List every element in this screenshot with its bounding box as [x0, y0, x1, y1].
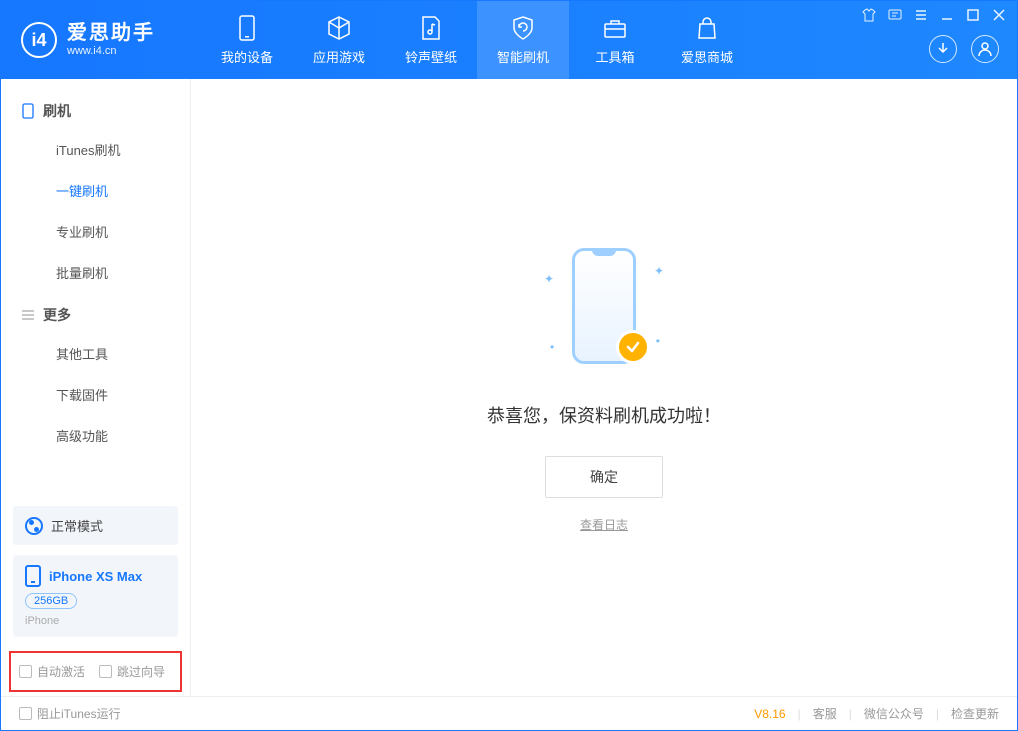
success-message: 恭喜您，保资料刷机成功啦！	[487, 402, 721, 428]
nav-label: 工具箱	[595, 47, 634, 66]
ok-button[interactable]: 确定	[545, 456, 663, 498]
app-title: 爱思助手	[67, 21, 155, 45]
checkbox-icon	[99, 665, 112, 678]
device-icon	[234, 15, 260, 41]
mode-icon	[25, 517, 43, 535]
device-type: iPhone	[25, 615, 59, 627]
nav-label: 爱思商城	[681, 47, 733, 66]
version-label: V8.16	[754, 707, 785, 721]
app-subtitle: www.i4.cn	[67, 45, 155, 58]
feedback-icon[interactable]	[887, 7, 903, 23]
checkbox-icon	[19, 665, 32, 678]
nav-label: 智能刷机	[497, 47, 549, 66]
nav-tab-shop[interactable]: 爱思商城	[661, 1, 753, 79]
mode-box[interactable]: 正常模式	[13, 506, 178, 545]
sidebar-item-batch-flash[interactable]: 批量刷机	[1, 252, 190, 293]
nav-tabs: 我的设备 应用游戏 铃声壁纸 智能刷机 工具箱 爱思商城	[201, 1, 753, 79]
footer-wechat-link[interactable]: 微信公众号	[864, 705, 924, 722]
device-name: iPhone XS Max	[49, 569, 142, 584]
footer-support-link[interactable]: 客服	[813, 705, 837, 722]
logo: i4 爱思助手 www.i4.cn	[1, 21, 201, 58]
shop-bag-icon	[694, 15, 720, 41]
success-illustration: ✦ ✦ • •	[544, 242, 664, 382]
device-panel: 正常模式 iPhone XS Max 256GB iPhone	[1, 502, 190, 647]
nav-tab-apps[interactable]: 应用游戏	[293, 1, 385, 79]
checkbox-skip-guide[interactable]: 跳过向导	[99, 663, 165, 680]
header: i4 爱思助手 www.i4.cn 我的设备 应用游戏 铃声壁纸 智能刷机	[1, 1, 1017, 79]
view-log-link[interactable]: 查看日志	[580, 516, 628, 533]
menu-lines-icon	[21, 308, 35, 322]
result-panel: ✦ ✦ • • 恭喜您，保资料刷机成功啦！ 确定 查看日志	[487, 242, 721, 533]
music-file-icon	[418, 15, 444, 41]
sidebar-item-pro-flash[interactable]: 专业刷机	[1, 211, 190, 252]
sidebar-item-itunes-flash[interactable]: iTunes刷机	[1, 129, 190, 170]
sparkle-icon: ✦	[654, 264, 664, 278]
sidebar-item-advanced[interactable]: 高级功能	[1, 415, 190, 456]
sidebar-item-download-firmware[interactable]: 下载固件	[1, 374, 190, 415]
sidebar-item-oneclick-flash[interactable]: 一键刷机	[1, 170, 190, 211]
minimize-icon[interactable]	[939, 7, 955, 23]
header-quick-icons	[929, 35, 999, 63]
options-highlight-box: 自动激活 跳过向导	[9, 651, 182, 692]
nav-tab-flash[interactable]: 智能刷机	[477, 1, 569, 79]
sidebar-section-flash: 刷机	[1, 89, 190, 129]
app-window: i4 爱思助手 www.i4.cn 我的设备 应用游戏 铃声壁纸 智能刷机	[0, 0, 1018, 731]
nav-tab-device[interactable]: 我的设备	[201, 1, 293, 79]
sidebar-section-more: 更多	[1, 293, 190, 333]
phone-outline-icon	[21, 104, 35, 118]
main-content: ✦ ✦ • • 恭喜您，保资料刷机成功啦！ 确定 查看日志	[191, 79, 1017, 696]
nav-label: 我的设备	[221, 47, 273, 66]
menu-icon[interactable]	[913, 7, 929, 23]
sidebar-item-other-tools[interactable]: 其他工具	[1, 333, 190, 374]
checkbox-block-itunes[interactable]: 阻止iTunes运行	[19, 705, 121, 722]
body: 刷机 iTunes刷机 一键刷机 专业刷机 批量刷机 更多 其他工具 下载固件 …	[1, 79, 1017, 696]
logo-icon: i4	[21, 22, 57, 58]
shield-refresh-icon	[510, 15, 536, 41]
user-icon[interactable]	[971, 35, 999, 63]
device-box[interactable]: iPhone XS Max 256GB iPhone	[13, 555, 178, 637]
nav-label: 铃声壁纸	[405, 47, 457, 66]
footer-right: V8.16 | 客服 | 微信公众号 | 检查更新	[754, 705, 999, 722]
checkbox-icon	[19, 707, 32, 720]
sparkle-icon: •	[656, 334, 660, 348]
checkbox-auto-activate[interactable]: 自动激活	[19, 663, 85, 680]
check-badge-icon	[616, 330, 650, 364]
nav-label: 应用游戏	[313, 47, 365, 66]
footer: 阻止iTunes运行 V8.16 | 客服 | 微信公众号 | 检查更新	[1, 696, 1017, 730]
shirt-icon[interactable]	[861, 7, 877, 23]
window-controls	[861, 7, 1007, 23]
download-icon[interactable]	[929, 35, 957, 63]
sparkle-icon: •	[550, 340, 554, 354]
phone-icon	[25, 565, 41, 587]
close-icon[interactable]	[991, 7, 1007, 23]
sidebar: 刷机 iTunes刷机 一键刷机 专业刷机 批量刷机 更多 其他工具 下载固件 …	[1, 79, 191, 696]
cube-icon	[326, 15, 352, 41]
device-capacity: 256GB	[25, 593, 77, 609]
footer-check-update-link[interactable]: 检查更新	[951, 705, 999, 722]
maximize-icon[interactable]	[965, 7, 981, 23]
nav-tab-toolbox[interactable]: 工具箱	[569, 1, 661, 79]
toolbox-icon	[602, 15, 628, 41]
mode-label: 正常模式	[51, 516, 103, 535]
nav-tab-ringtone[interactable]: 铃声壁纸	[385, 1, 477, 79]
sparkle-icon: ✦	[544, 272, 554, 286]
